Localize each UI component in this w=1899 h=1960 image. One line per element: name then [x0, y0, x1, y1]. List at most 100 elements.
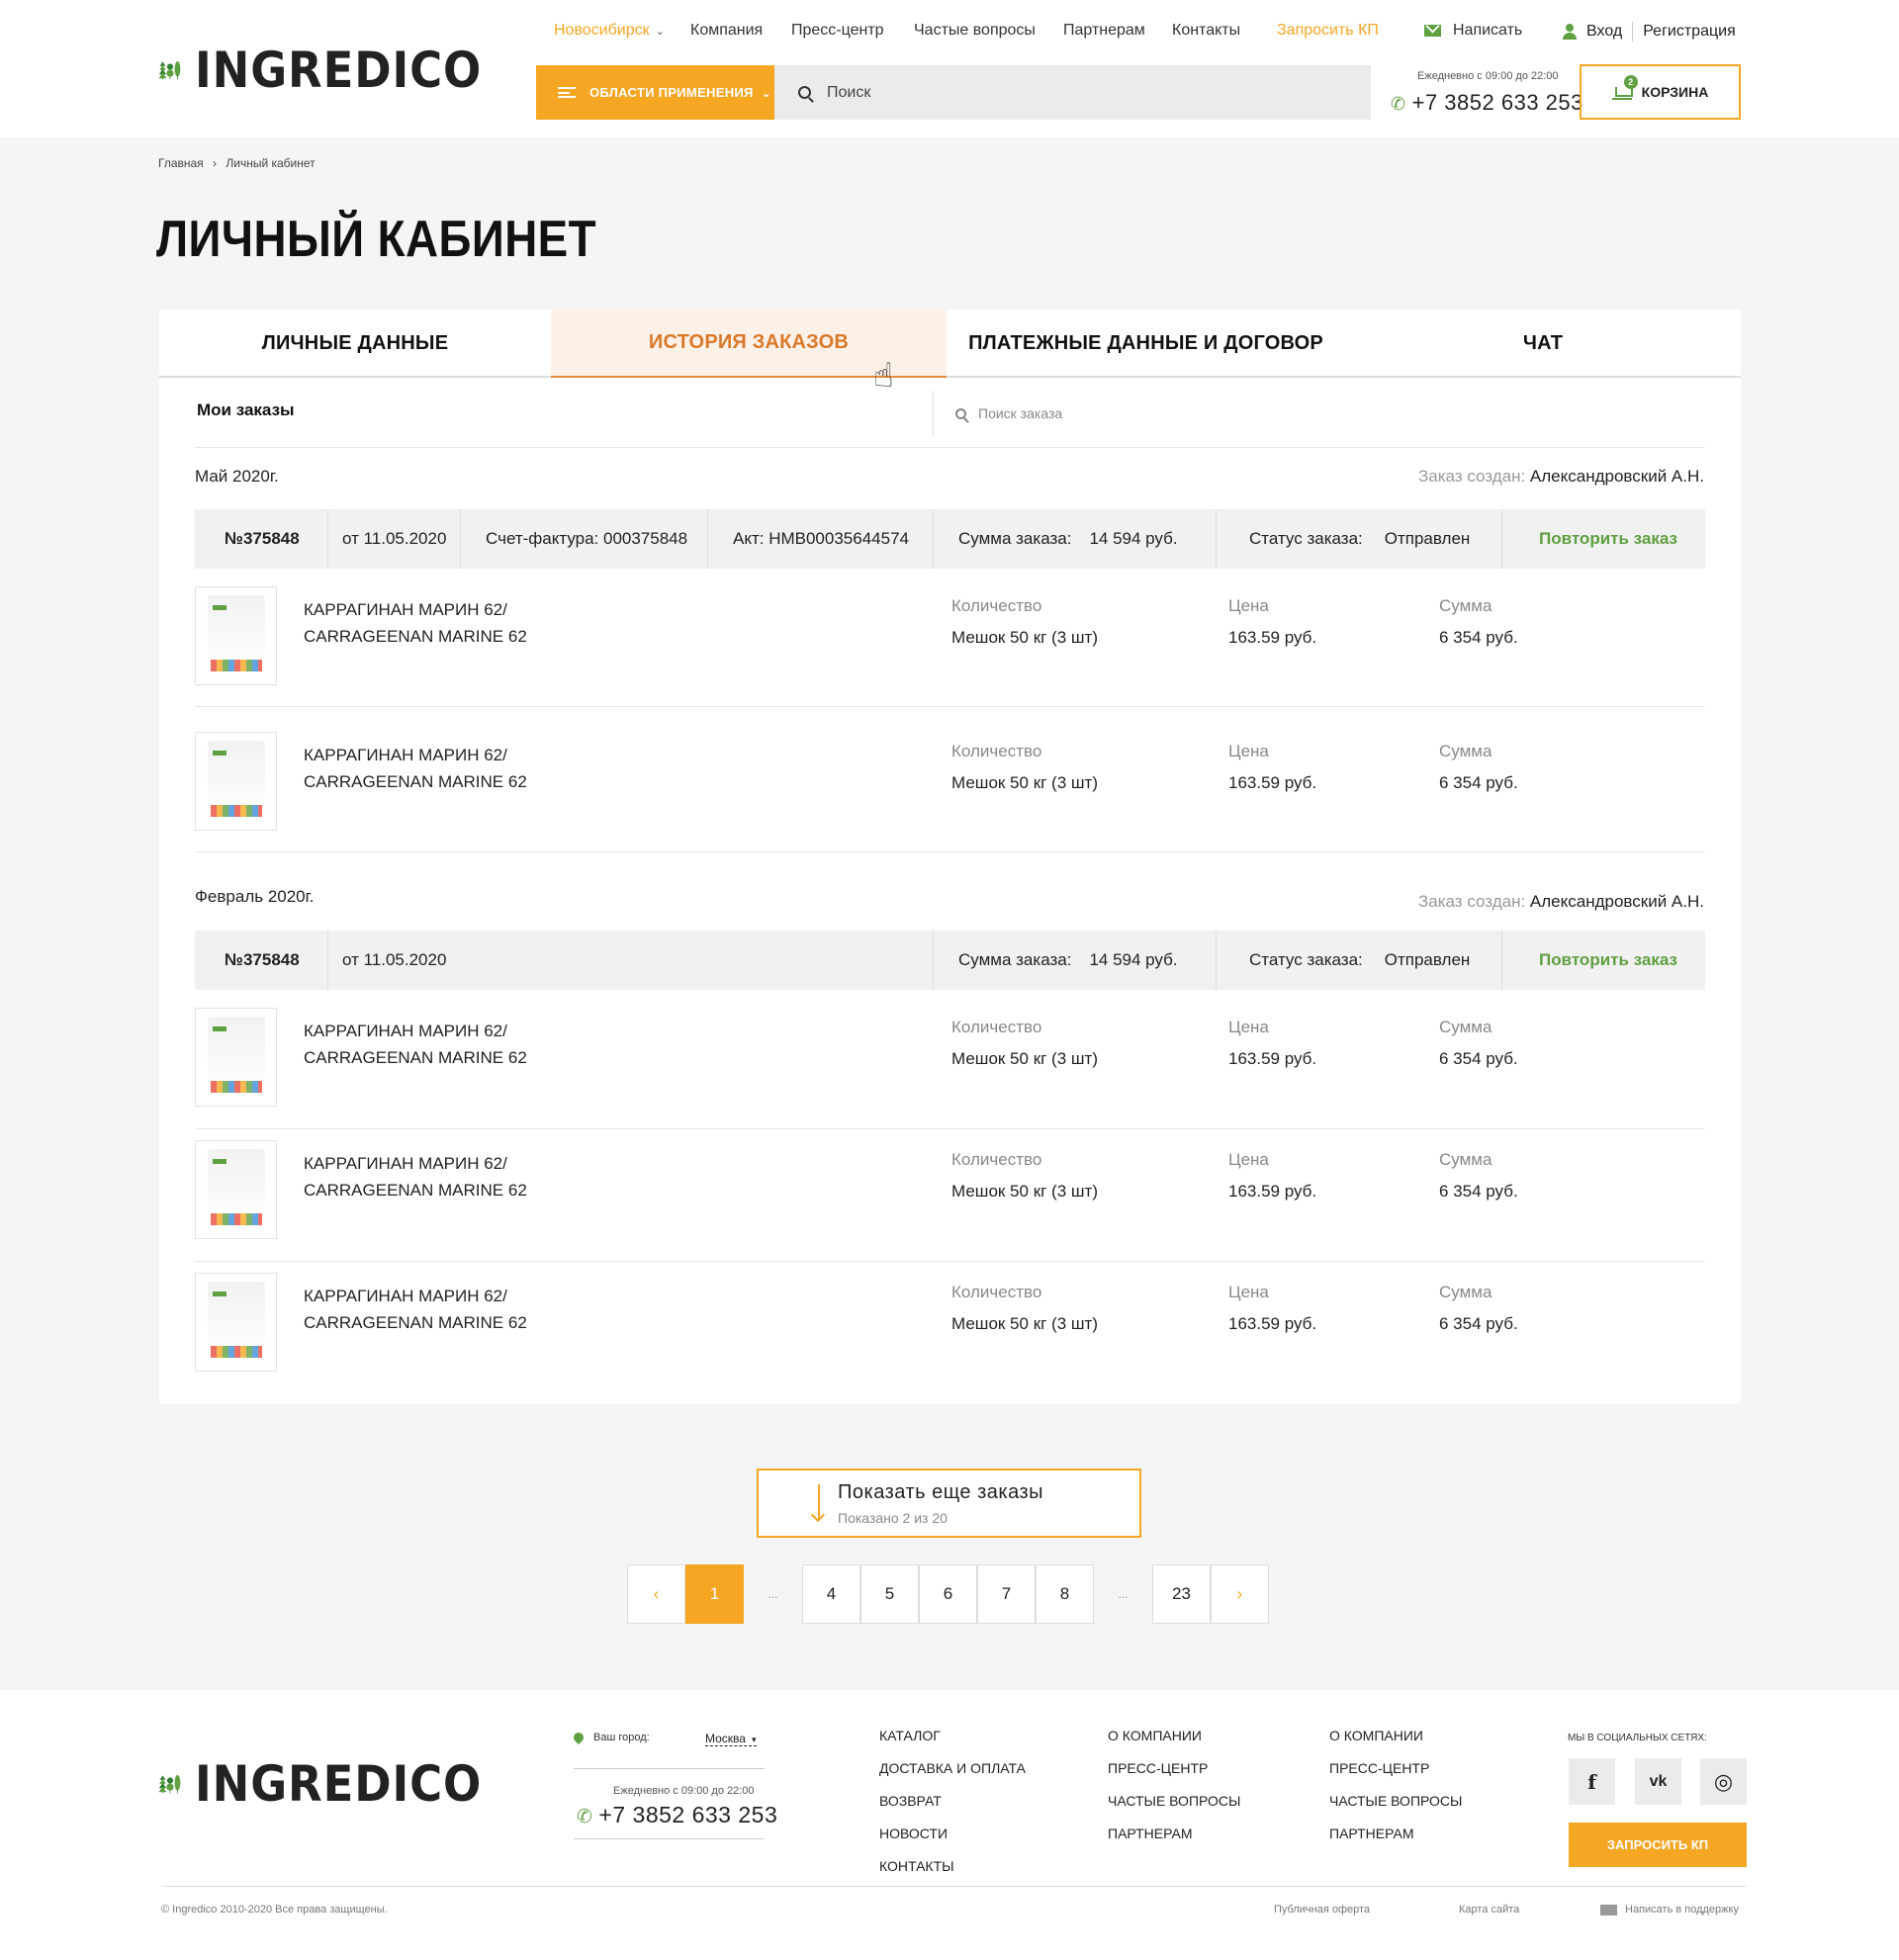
- breadcrumb: Главная › Личный кабинет: [158, 156, 316, 170]
- register-link[interactable]: Регистрация: [1643, 23, 1736, 40]
- act-link[interactable]: Акт: HMB00035644574: [733, 509, 909, 569]
- product-image: [208, 1017, 265, 1098]
- divider: [707, 509, 708, 569]
- footer-phone[interactable]: ✆ +7 3852 633 253: [577, 1802, 777, 1828]
- support-link[interactable]: Написать в поддержку: [1600, 1904, 1739, 1915]
- divider: [1501, 931, 1502, 990]
- product-name[interactable]: КАРРАГИНАН МАРИН 62/ CARRAGEENAN MARINE …: [304, 1018, 630, 1071]
- footer-link[interactable]: О КОМПАНИИ: [1108, 1728, 1240, 1760]
- total-value: 6 354 руб.: [1439, 1182, 1518, 1201]
- order-item: КАРРАГИНАН МАРИН 62/ CARRAGEENAN MARINE …: [195, 1122, 1705, 1255]
- footer-city: Ваш город: Москва ▾: [571, 1731, 757, 1746]
- footer-request-kp-button[interactable]: ЗАПРОСИТЬ КП: [1569, 1823, 1747, 1867]
- areas-menu-button[interactable]: ОБЛАСТИ ПРИМЕНЕНИЯ ⌄: [536, 65, 774, 120]
- footer-link[interactable]: КАТАЛОГ: [879, 1728, 1026, 1760]
- tab-chat[interactable]: ЧАТ: [1345, 310, 1741, 378]
- footer-link[interactable]: ПРЕСС-ЦЕНТР: [1329, 1760, 1462, 1793]
- footer-link[interactable]: ДОСТАВКА И ОПЛАТА: [879, 1760, 1026, 1793]
- qty-label: Количество: [951, 596, 1042, 615]
- footer-link[interactable]: НОВОСТИ: [879, 1826, 1026, 1858]
- product-thumbnail[interactable]: [195, 1140, 277, 1239]
- footer-col-1: КАТАЛОГ ДОСТАВКА И ОПЛАТА ВОЗВРАТ НОВОСТ…: [879, 1728, 1026, 1891]
- product-thumbnail[interactable]: [195, 1273, 277, 1372]
- chevron-down-icon: ▾: [751, 1735, 757, 1744]
- created-label: Заказ создан:: [1418, 892, 1526, 911]
- write-link[interactable]: Написать: [1424, 22, 1522, 40]
- mail-icon: [1424, 24, 1441, 37]
- request-kp-link[interactable]: Запросить КП: [1277, 22, 1379, 40]
- breadcrumb-home[interactable]: Главная: [158, 156, 204, 170]
- divider: [1216, 509, 1217, 569]
- logo[interactable]: INGREDICO: [157, 18, 513, 123]
- load-more-count: Показано 2 из 20: [838, 1510, 948, 1526]
- public-offer-link[interactable]: Публичная оферта: [1274, 1904, 1370, 1915]
- product-thumbnail[interactable]: [195, 732, 277, 831]
- product-name[interactable]: КАРРАГИНАН МАРИН 62/ CARRAGEENAN MARINE …: [304, 742, 630, 795]
- order-summary-bar: №375848 от 11.05.2020 Сумма заказа: 14 59…: [195, 931, 1705, 990]
- city-selector[interactable]: Новосибирск ⌄: [554, 22, 665, 40]
- nav-item-press[interactable]: Пресс-центр: [791, 22, 884, 40]
- footer-link[interactable]: ЧАСТЫЕ ВОПРОСЫ: [1329, 1793, 1462, 1826]
- order-created-by: Заказ создан: Александровский А.Н.: [1418, 467, 1704, 487]
- product-name[interactable]: КАРРАГИНАН МАРИН 62/ CARRAGEENAN MARINE …: [304, 1283, 630, 1336]
- page-6[interactable]: 6: [919, 1564, 977, 1624]
- phone-link[interactable]: ✆ +7 3852 633 253: [1391, 90, 1583, 116]
- vk-icon[interactable]: vk: [1635, 1758, 1681, 1805]
- nav-item-faq[interactable]: Частые вопросы: [914, 22, 1036, 40]
- product-thumbnail[interactable]: [195, 586, 277, 685]
- footer-city-select[interactable]: Москва ▾: [705, 1732, 757, 1746]
- product-name[interactable]: КАРРАГИНАН МАРИН 62/ CARRAGEENAN MARINE …: [304, 596, 630, 650]
- divider: [327, 931, 328, 990]
- order-number: №375848: [225, 950, 300, 969]
- invoice-link[interactable]: Счет-фактура: 000375848: [486, 509, 687, 569]
- divider: [1216, 931, 1217, 990]
- footer-link[interactable]: О КОМПАНИИ: [1329, 1728, 1462, 1760]
- pagination-next[interactable]: ›: [1211, 1564, 1269, 1624]
- support-label: Написать в поддержку: [1625, 1904, 1739, 1915]
- instagram-icon[interactable]: ◎: [1700, 1758, 1747, 1805]
- repeat-order-button[interactable]: Повторить заказ: [1539, 509, 1677, 569]
- nav-item-partners[interactable]: Партнерам: [1063, 22, 1145, 40]
- tab-personal-data[interactable]: ЛИЧНЫЕ ДАННЫЕ: [159, 310, 551, 378]
- footer-link[interactable]: ПРЕСС-ЦЕНТР: [1108, 1760, 1240, 1793]
- order-search-placeholder: Поиск заказа: [978, 405, 1063, 421]
- menu-icon: [558, 87, 576, 98]
- cart-button[interactable]: 2 КОРЗИНА: [1580, 64, 1741, 120]
- footer-logo[interactable]: INGREDICO: [157, 1732, 513, 1836]
- tab-payment-contract[interactable]: ПЛАТЕЖНЫЕ ДАННЫЕ И ДОГОВОР: [947, 310, 1345, 378]
- footer-link[interactable]: ПАРТНЕРАМ: [1108, 1826, 1240, 1858]
- page-1[interactable]: 1: [685, 1564, 744, 1624]
- divider: [195, 706, 1705, 707]
- copyright: © Ingredico 2010-2020 Все права защищены…: [161, 1904, 388, 1915]
- total-label: Сумма: [1439, 742, 1492, 760]
- footer-hours: Ежедневно с 09:00 до 22:00: [613, 1785, 755, 1797]
- load-more-label: Показать еще заказы: [838, 1481, 1044, 1503]
- footer-link[interactable]: ВОЗВРАТ: [879, 1793, 1026, 1826]
- load-more-button[interactable]: Показать еще заказы Показано 2 из 20: [757, 1469, 1141, 1538]
- pagination-prev[interactable]: ‹: [627, 1564, 685, 1624]
- order-month: Февраль 2020г.: [195, 887, 315, 906]
- product-name[interactable]: КАРРАГИНАН МАРИН 62/ CARRAGEENAN MARINE …: [304, 1150, 630, 1203]
- repeat-order-button[interactable]: Повторить заказ: [1539, 931, 1677, 990]
- nav-item-contacts[interactable]: Контакты: [1172, 22, 1240, 40]
- login-link[interactable]: Вход: [1586, 23, 1622, 40]
- qty-value: Мешок 50 кг (3 шт): [951, 628, 1098, 647]
- page-4[interactable]: 4: [802, 1564, 860, 1624]
- page-23[interactable]: 23: [1152, 1564, 1211, 1624]
- location-pin-icon: [571, 1731, 587, 1745]
- page-5[interactable]: 5: [860, 1564, 919, 1624]
- order-search-input[interactable]: Поиск заказа: [933, 391, 1704, 436]
- site-footer: INGREDICO Ваш город: Москва ▾ Ежедневно с…: [0, 1690, 1899, 1960]
- city-label: Новосибирск: [554, 22, 650, 39]
- price-label: Цена: [1228, 1018, 1269, 1036]
- order-status: Отправлен: [1384, 529, 1471, 548]
- footer-link[interactable]: ПАРТНЕРАМ: [1329, 1826, 1462, 1858]
- nav-item-company[interactable]: Компания: [690, 22, 763, 40]
- sitemap-link[interactable]: Карта сайта: [1459, 1904, 1519, 1915]
- footer-link[interactable]: ЧАСТЫЕ ВОПРОСЫ: [1108, 1793, 1240, 1826]
- page-8[interactable]: 8: [1036, 1564, 1094, 1624]
- page-7[interactable]: 7: [977, 1564, 1036, 1624]
- search-input[interactable]: Поиск: [774, 65, 1371, 120]
- product-thumbnail[interactable]: [195, 1008, 277, 1107]
- facebook-icon[interactable]: f: [1569, 1758, 1615, 1805]
